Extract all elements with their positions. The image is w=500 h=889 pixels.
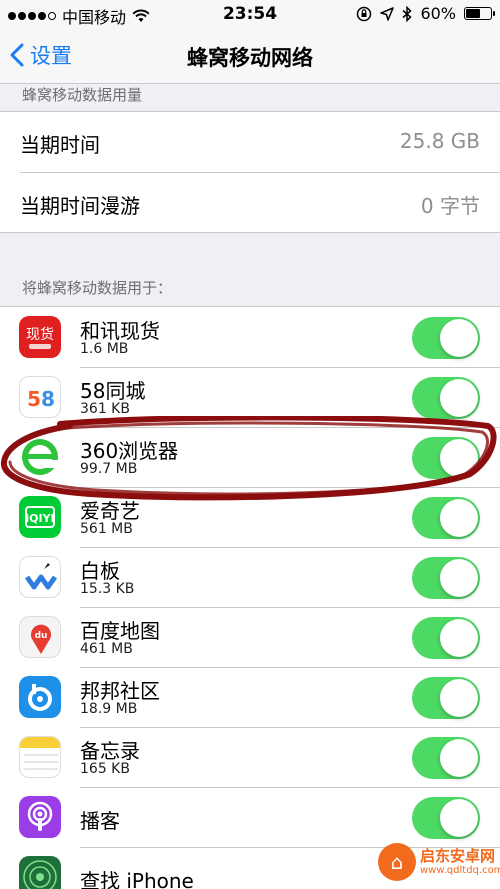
apps-section-header: 将蜂窝移动数据用于：	[22, 279, 173, 297]
cellular-data-toggle[interactable]	[412, 557, 480, 599]
app-name: 360浏览器	[80, 439, 179, 463]
bluetooth-icon	[402, 5, 413, 22]
find-iphone-app-icon	[19, 856, 61, 889]
cellular-data-toggle[interactable]	[412, 677, 480, 719]
app-name: 播客	[80, 809, 120, 833]
list-item[interactable]: 邦邦社区 18.9 MB	[0, 667, 500, 727]
58tongcheng-app-icon: 58	[19, 376, 61, 418]
whiteboard-app-icon	[19, 556, 61, 598]
location-icon	[380, 6, 395, 21]
cellular-data-toggle[interactable]	[412, 497, 480, 539]
watermark-url: www.qdltdq.com	[420, 865, 500, 876]
app-data-usage: 1.6 MB	[80, 341, 129, 357]
svg-text:现货: 现货	[26, 326, 54, 343]
app-data-usage: 461 MB	[80, 641, 133, 657]
page-title: 蜂窝移动网络	[187, 46, 313, 70]
usage-row-label: 当期时间	[20, 133, 100, 157]
status-bar: 中国移动 23:54 60%	[0, 0, 500, 28]
app-data-usage: 18.9 MB	[80, 701, 138, 717]
list-item[interactable]: iQIYI 爱奇艺 561 MB	[0, 487, 500, 547]
app-name: 百度地图	[80, 619, 160, 643]
app-data-usage: 561 MB	[80, 521, 133, 537]
watermark-text: 启东安卓网	[420, 847, 496, 865]
usage-group: 当期时间 25.8 GB 当期时间漫游 0 字节	[0, 111, 500, 233]
app-name: 爱奇艺	[80, 499, 140, 523]
usage-section-header: 蜂窝移动数据用量	[22, 86, 143, 104]
watermark: ⌂ 启东安卓网 www.qdltdq.com	[378, 841, 500, 885]
hexun-app-icon: 现货	[19, 316, 61, 358]
app-name: 和讯现货	[80, 319, 160, 343]
usage-row-current-period: 当期时间 25.8 GB	[0, 112, 500, 172]
usage-row-label: 当期时间漫游	[20, 194, 140, 218]
iqiyi-app-icon: iQIYI	[19, 496, 61, 538]
podcasts-app-icon	[19, 796, 61, 838]
app-name: 备忘录	[80, 739, 140, 763]
list-item[interactable]: 360浏览器 99.7 MB	[0, 427, 500, 487]
baidu-map-app-icon: du	[19, 616, 61, 658]
notes-app-icon	[19, 736, 61, 778]
app-data-usage: 165 KB	[80, 761, 130, 777]
app-data-usage: 361 KB	[80, 401, 130, 417]
usage-row-roaming: 当期时间漫游 0 字节	[20, 172, 500, 232]
svg-text:du: du	[35, 631, 48, 641]
watermark-logo-icon: ⌂	[378, 843, 416, 881]
list-item[interactable]: du 百度地图 461 MB	[0, 607, 500, 667]
cellular-data-toggle[interactable]	[412, 317, 480, 359]
app-name: 邦邦社区	[80, 679, 160, 703]
list-item[interactable]: 58 58同城 361 KB	[0, 367, 500, 427]
app-name: 白板	[80, 559, 120, 583]
orientation-lock-icon	[357, 6, 372, 21]
cellular-data-toggle[interactable]	[412, 797, 480, 839]
battery-icon	[464, 7, 495, 20]
list-item[interactable]: 现货 和讯现货 1.6 MB	[0, 307, 500, 367]
battery-percent: 60%	[420, 4, 456, 23]
cellular-data-toggle[interactable]	[412, 377, 480, 419]
list-item[interactable]: 播客	[0, 787, 500, 847]
bangbang-app-icon	[19, 676, 61, 718]
360-browser-app-icon	[19, 436, 61, 478]
cellular-data-toggle[interactable]	[412, 737, 480, 779]
svg-text:iQIYI: iQIYI	[25, 512, 54, 525]
cellular-data-toggle[interactable]	[412, 437, 480, 479]
list-item[interactable]: 白板 15.3 KB	[0, 547, 500, 607]
app-name: 58同城	[80, 379, 146, 403]
cellular-data-toggle[interactable]	[412, 617, 480, 659]
list-item[interactable]: 备忘录 165 KB	[0, 727, 500, 787]
apps-list: 现货 和讯现货 1.6 MB 58 58同城 361 KB 360浏览器 99.…	[0, 306, 500, 889]
app-name: 查找 iPhone	[80, 869, 194, 889]
usage-row-value: 25.8 GB	[399, 129, 480, 153]
app-data-usage: 15.3 KB	[80, 581, 135, 597]
usage-row-value: 0 字节	[420, 194, 480, 218]
svg-text:58: 58	[27, 387, 55, 411]
app-data-usage: 99.7 MB	[80, 461, 138, 477]
navigation-bar: 设置 蜂窝移动网络	[0, 28, 500, 84]
